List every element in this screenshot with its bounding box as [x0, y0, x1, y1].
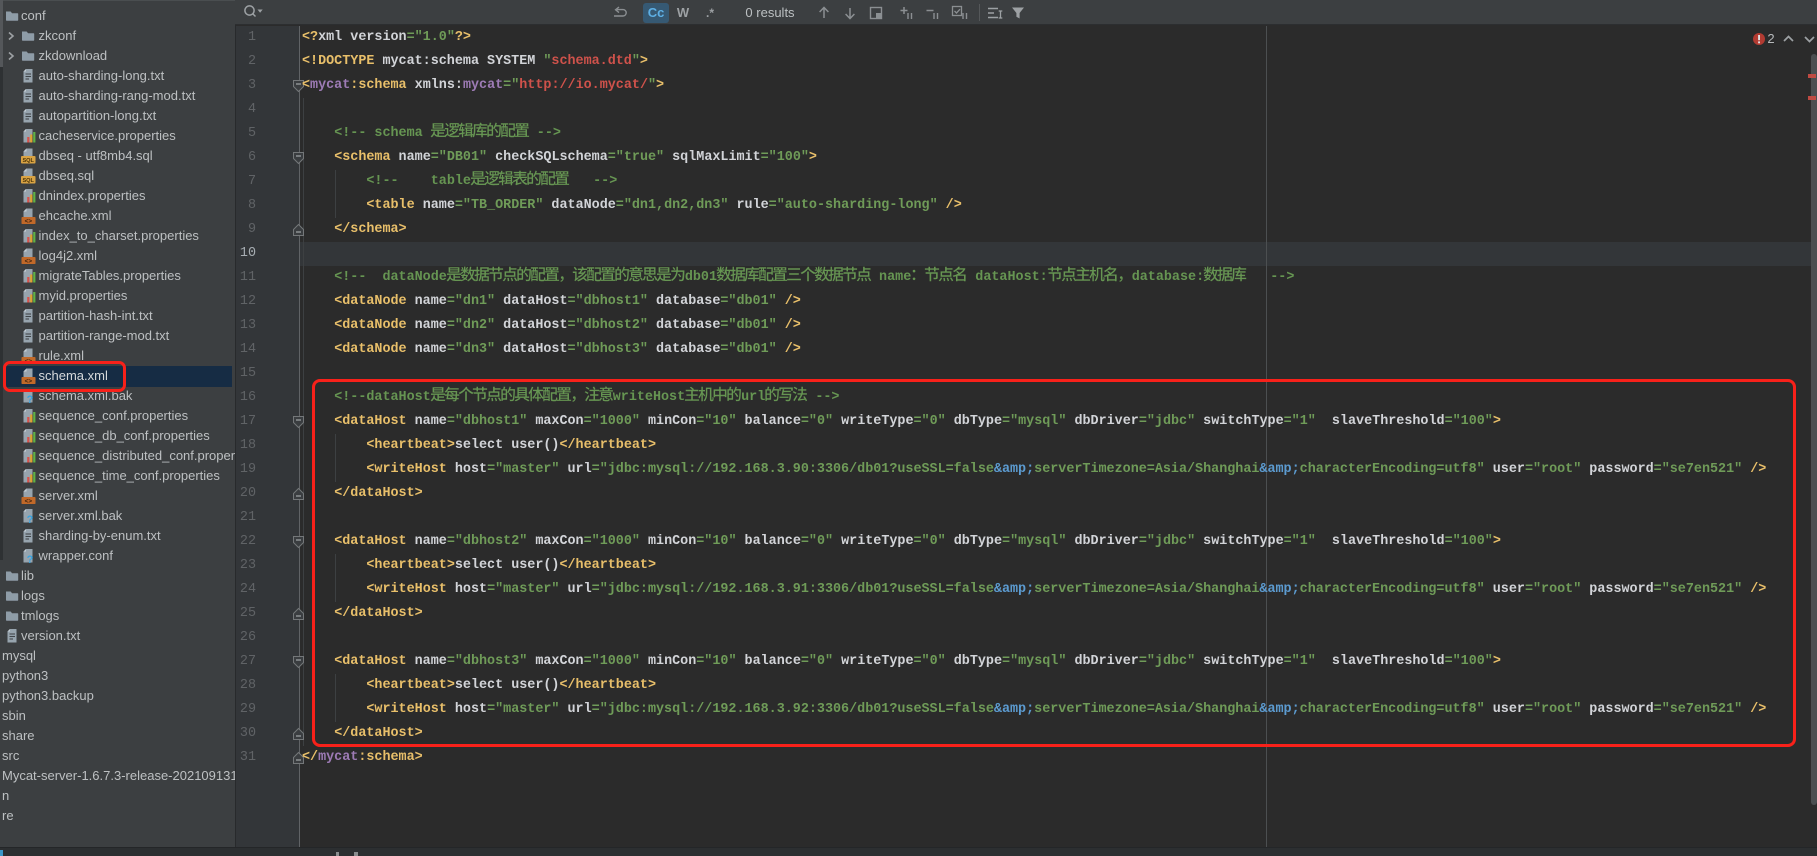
svg-text:<>: <> [25, 498, 33, 505]
svg-text:SQL: SQL [22, 178, 34, 184]
svg-text:SQL: SQL [22, 158, 34, 164]
svg-text:?: ? [27, 554, 34, 566]
svg-text:<>: <> [25, 258, 33, 265]
svg-text:<>: <> [25, 218, 33, 225]
svg-text:?: ? [27, 514, 34, 526]
svg-text:?: ? [27, 394, 34, 406]
